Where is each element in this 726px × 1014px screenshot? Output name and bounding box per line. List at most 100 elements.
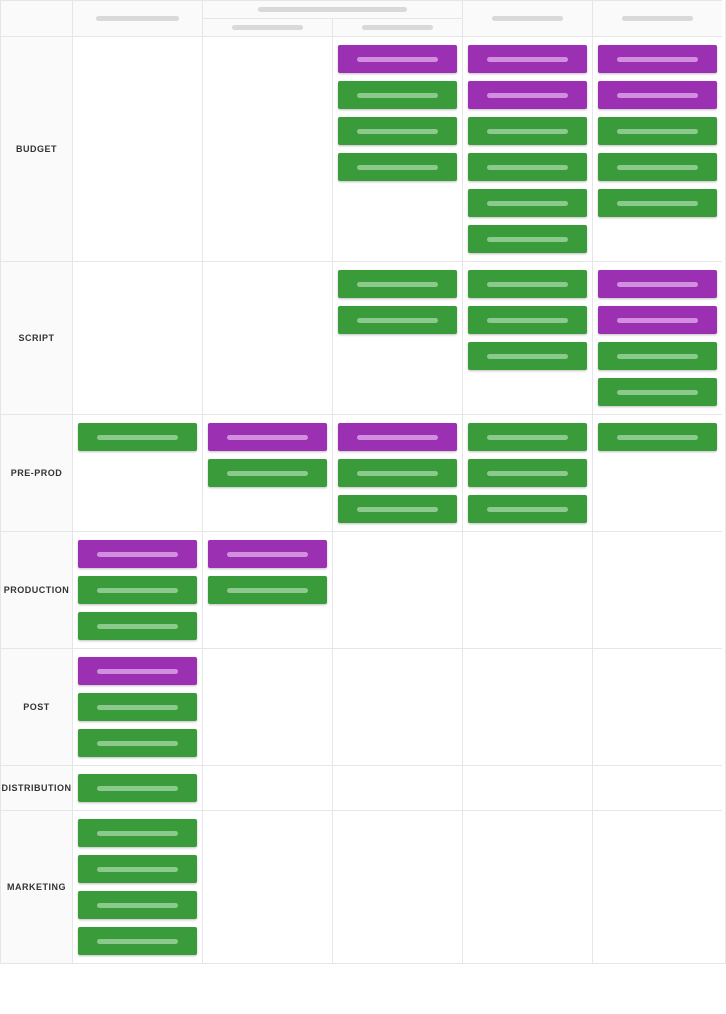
matrix-cell xyxy=(202,765,332,810)
column-header-group xyxy=(202,0,462,18)
matrix-cell xyxy=(332,648,462,765)
card-label-placeholder xyxy=(487,237,568,242)
item-card[interactable] xyxy=(78,729,197,757)
item-card[interactable] xyxy=(208,459,327,487)
item-card[interactable] xyxy=(78,774,197,802)
card-label-placeholder xyxy=(227,552,308,557)
card-label-placeholder xyxy=(357,435,438,440)
matrix-cell xyxy=(202,261,332,414)
item-card[interactable] xyxy=(338,270,457,298)
item-card[interactable] xyxy=(598,189,717,217)
matrix-cell xyxy=(332,531,462,648)
item-card[interactable] xyxy=(208,423,327,451)
item-card[interactable] xyxy=(78,927,197,955)
item-card[interactable] xyxy=(338,306,457,334)
item-card[interactable] xyxy=(598,81,717,109)
placeholder-text xyxy=(232,25,303,30)
item-card[interactable] xyxy=(468,81,587,109)
matrix-cell xyxy=(332,36,462,261)
item-card[interactable] xyxy=(78,612,197,640)
column-subheader xyxy=(332,18,462,36)
item-card[interactable] xyxy=(598,306,717,334)
card-label-placeholder xyxy=(97,786,178,791)
column-header xyxy=(592,0,722,36)
card-label-placeholder xyxy=(617,318,698,323)
item-card[interactable] xyxy=(78,540,197,568)
placeholder-text xyxy=(258,7,407,12)
row-header: PRODUCTION xyxy=(0,531,72,648)
item-card[interactable] xyxy=(468,270,587,298)
item-card[interactable] xyxy=(468,153,587,181)
card-label-placeholder xyxy=(617,390,698,395)
item-card[interactable] xyxy=(208,576,327,604)
card-label-placeholder xyxy=(487,129,568,134)
item-card[interactable] xyxy=(468,189,587,217)
item-card[interactable] xyxy=(468,306,587,334)
column-header xyxy=(72,0,202,36)
item-card[interactable] xyxy=(78,576,197,604)
placeholder-text xyxy=(622,16,693,21)
matrix-cell xyxy=(72,531,202,648)
card-label-placeholder xyxy=(617,165,698,170)
card-label-placeholder xyxy=(357,57,438,62)
item-card[interactable] xyxy=(78,657,197,685)
matrix-cell xyxy=(592,414,722,531)
card-label-placeholder xyxy=(617,354,698,359)
item-card[interactable] xyxy=(598,342,717,370)
matrix-cell xyxy=(462,810,592,963)
matrix-cell xyxy=(332,810,462,963)
card-label-placeholder xyxy=(357,93,438,98)
card-label-placeholder xyxy=(617,282,698,287)
item-card[interactable] xyxy=(598,45,717,73)
item-card[interactable] xyxy=(598,423,717,451)
item-card[interactable] xyxy=(78,819,197,847)
item-card[interactable] xyxy=(338,495,457,523)
item-card[interactable] xyxy=(338,45,457,73)
row-header: MARKETING xyxy=(0,810,72,963)
item-card[interactable] xyxy=(468,225,587,253)
matrix-cell xyxy=(202,810,332,963)
card-label-placeholder xyxy=(357,165,438,170)
matrix-cell xyxy=(72,414,202,531)
item-card[interactable] xyxy=(598,153,717,181)
matrix-cell xyxy=(202,648,332,765)
column-subheader xyxy=(202,18,332,36)
matrix-cell xyxy=(72,765,202,810)
item-card[interactable] xyxy=(468,459,587,487)
item-card[interactable] xyxy=(598,117,717,145)
item-card[interactable] xyxy=(78,693,197,721)
item-card[interactable] xyxy=(468,342,587,370)
item-card[interactable] xyxy=(598,270,717,298)
item-card[interactable] xyxy=(338,423,457,451)
card-label-placeholder xyxy=(97,867,178,872)
card-label-placeholder xyxy=(227,588,308,593)
matrix-cell xyxy=(72,648,202,765)
matrix-cell xyxy=(592,648,722,765)
column-header xyxy=(462,0,592,36)
item-card[interactable] xyxy=(598,378,717,406)
card-label-placeholder xyxy=(97,588,178,593)
card-label-placeholder xyxy=(97,741,178,746)
item-card[interactable] xyxy=(468,117,587,145)
matrix-cell xyxy=(462,414,592,531)
item-card[interactable] xyxy=(468,423,587,451)
card-label-placeholder xyxy=(97,831,178,836)
item-card[interactable] xyxy=(338,81,457,109)
row-header: PRE-PROD xyxy=(0,414,72,531)
card-label-placeholder xyxy=(97,669,178,674)
item-card[interactable] xyxy=(468,495,587,523)
card-label-placeholder xyxy=(487,93,568,98)
item-card[interactable] xyxy=(78,891,197,919)
item-card[interactable] xyxy=(78,423,197,451)
card-label-placeholder xyxy=(357,282,438,287)
card-label-placeholder xyxy=(617,57,698,62)
item-card[interactable] xyxy=(208,540,327,568)
item-card[interactable] xyxy=(338,153,457,181)
matrix-cell xyxy=(332,261,462,414)
placeholder-text xyxy=(96,16,179,21)
item-card[interactable] xyxy=(338,459,457,487)
matrix-cell xyxy=(592,810,722,963)
item-card[interactable] xyxy=(468,45,587,73)
item-card[interactable] xyxy=(78,855,197,883)
item-card[interactable] xyxy=(338,117,457,145)
